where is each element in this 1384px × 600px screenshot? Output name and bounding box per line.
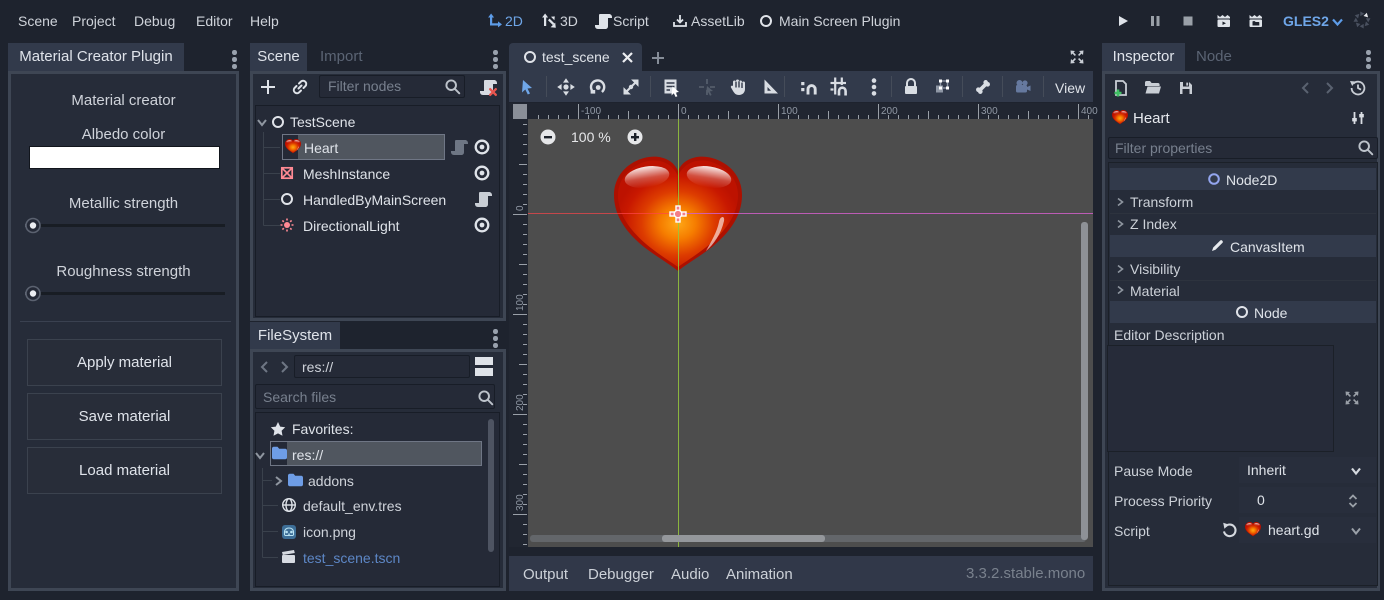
svg-text:300: 300: [981, 106, 998, 117]
svg-text:300: 300: [515, 494, 526, 511]
svg-text:200: 200: [515, 394, 526, 411]
svg-text:0: 0: [681, 106, 687, 117]
svg-text:200: 200: [881, 106, 898, 117]
svg-text:100: 100: [515, 294, 526, 311]
svg-text:100: 100: [781, 106, 798, 117]
svg-text:400: 400: [1081, 106, 1098, 117]
svg-text:-100: -100: [581, 106, 601, 117]
svg-text:0: 0: [515, 205, 526, 211]
